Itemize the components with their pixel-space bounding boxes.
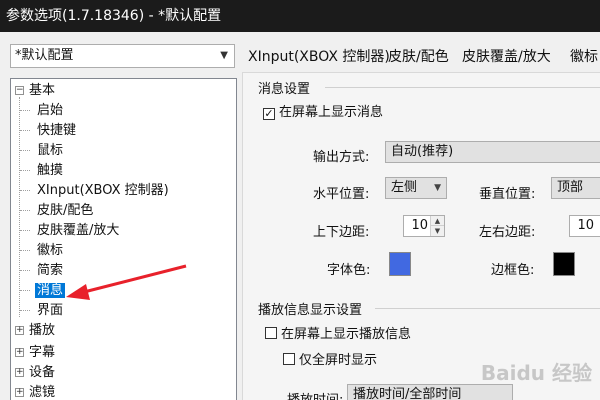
arrow-head xyxy=(66,284,90,300)
watermark: Baidu 经验 xyxy=(480,361,592,385)
annotation-arrow xyxy=(66,264,187,300)
arrow-shaft xyxy=(83,264,187,294)
